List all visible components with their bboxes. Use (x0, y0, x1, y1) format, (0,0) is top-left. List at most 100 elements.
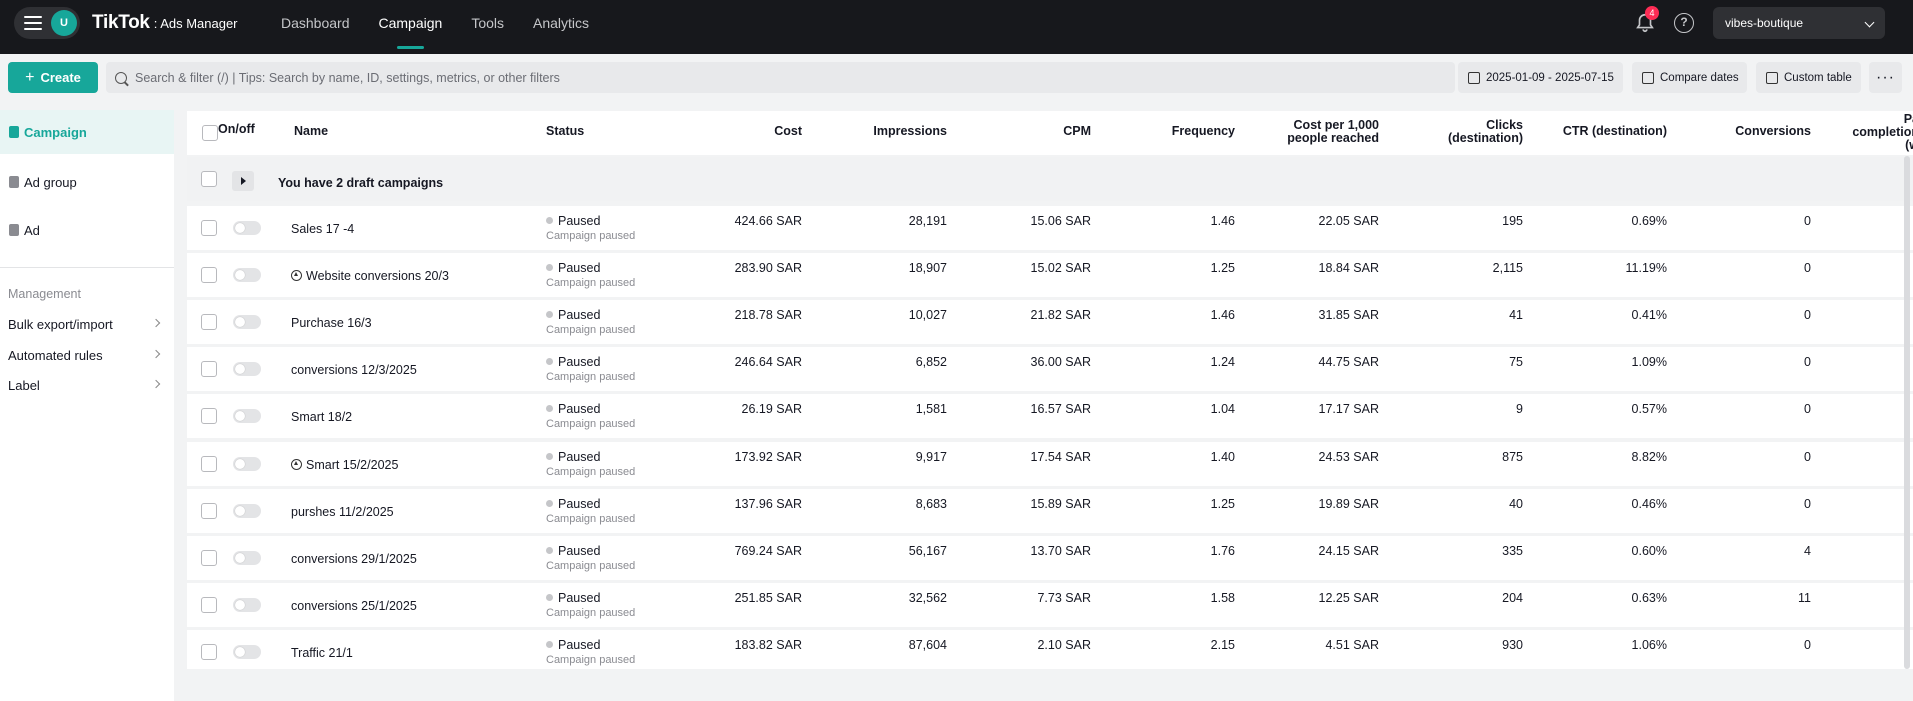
table-row[interactable]: Smart 18/2 Paused Campaign paused 26.19 SAR… (187, 394, 1913, 439)
cell-frequency: 1.46 (1210, 308, 1235, 323)
sidebar-item-campaign[interactable]: Campaign (0, 110, 174, 154)
custom-table-button[interactable]: Custom table (1756, 62, 1861, 93)
campaign-name-link[interactable]: Purchase 16/3 (291, 316, 372, 330)
row-checkbox[interactable] (201, 267, 217, 284)
table-row[interactable]: Sales 17 -4 Paused Campaign paused 424.66 S… (187, 206, 1913, 250)
table-row[interactable]: Purchase 16/3 Paused Campaign paused 218.78… (187, 300, 1913, 345)
cell-cost: 26.19 SAR (741, 402, 802, 417)
nav-analytics[interactable]: Analytics (533, 0, 589, 54)
campaign-name-link[interactable]: conversions 25/1/2025 (291, 599, 417, 613)
select-all-checkbox[interactable] (202, 125, 218, 141)
table-row[interactable]: Website conversions 20/3 Paused Campaign p… (187, 253, 1913, 298)
sidebar-link-automated-rules[interactable]: Automated rules (8, 348, 163, 363)
account-switcher[interactable]: vibes-boutique (1713, 7, 1885, 39)
cell-clicks: 875 (1502, 449, 1523, 464)
header-onoff[interactable]: On/off (218, 123, 255, 136)
search-input[interactable] (135, 70, 1435, 85)
nav-campaign[interactable]: Campaign (379, 0, 442, 54)
compare-dates-button[interactable]: Compare dates (1632, 62, 1747, 93)
table-row[interactable]: conversions 25/1/2025 Paused Campaign paus… (187, 582, 1913, 627)
header-cost-per-1000[interactable]: Cost per 1,000 people reached (1257, 119, 1379, 145)
campaign-name: Smart 18/2 (291, 410, 353, 425)
header-conversions[interactable]: Conversions (1697, 125, 1811, 138)
tiktok-logo[interactable]: TikTok : Ads Manager (92, 12, 238, 34)
row-checkbox[interactable] (201, 455, 217, 472)
campaign-toggle[interactable] (233, 362, 261, 377)
header-ctr[interactable]: CTR (destination) (1527, 125, 1667, 138)
cell-cost-per-1000: 12.25 SAR (1318, 590, 1379, 605)
hamburger-icon[interactable] (24, 16, 42, 30)
cell-cpm: 15.02 SAR (1030, 261, 1091, 276)
row-checkbox[interactable] (201, 314, 217, 331)
table-row[interactable]: conversions 12/3/2025 Paused Campaign paus… (187, 347, 1913, 392)
campaign-toggle[interactable] (233, 550, 261, 565)
campaign-name-link[interactable]: Smart 18/2 (291, 410, 352, 424)
campaign-name: conversions 12/3/2025 (291, 363, 417, 378)
campaign-toggle[interactable] (233, 503, 261, 518)
avatar[interactable]: U (51, 10, 77, 36)
nav-dashboard[interactable]: Dashboard (281, 0, 350, 54)
header-completion[interactable]: Pa completion (w (1849, 113, 1913, 152)
cell-cost-per-1000: 4.51 SAR (1325, 637, 1379, 652)
sidebar-link-bulk-export[interactable]: Bulk export/import (8, 317, 163, 332)
campaign-toggle[interactable] (233, 644, 261, 659)
draft-campaigns-row[interactable]: You have 2 draft campaigns (187, 157, 1913, 201)
header-cost[interactable]: Cost (727, 125, 802, 138)
campaign-name-link[interactable]: Sales 17 -4 (291, 222, 354, 236)
sidebar-link-label[interactable]: Label (8, 378, 163, 393)
search-bar[interactable] (106, 62, 1455, 93)
cell-conversions: 0 (1804, 355, 1811, 370)
header-cpm[interactable]: CPM (1007, 125, 1091, 138)
table-row[interactable]: Smart 15/2/2025 Paused Campaign paused 173.… (187, 441, 1913, 486)
row-checkbox[interactable] (201, 502, 217, 519)
help-icon[interactable]: ? (1674, 13, 1694, 33)
cell-cost: 183.82 SAR (734, 637, 802, 652)
row-checkbox[interactable] (201, 408, 217, 425)
campaign-toggle[interactable] (233, 268, 261, 283)
sidebar-item-ad[interactable]: Ad (0, 208, 174, 252)
cell-ctr: 1.09% (1631, 355, 1667, 370)
header-status[interactable]: Status (546, 125, 584, 138)
campaign-toggle[interactable] (233, 597, 261, 612)
row-checkbox[interactable] (201, 361, 217, 378)
menu-toggle[interactable]: U (14, 7, 80, 39)
campaign-name-link[interactable]: conversions 12/3/2025 (291, 363, 417, 377)
header-impressions[interactable]: Impressions (847, 125, 947, 138)
row-checkbox[interactable] (201, 596, 217, 613)
sidebar-link-label: Automated rules (8, 348, 103, 363)
header-name[interactable]: Name (294, 125, 328, 138)
cell-cost: 173.92 SAR (734, 449, 802, 464)
table-row[interactable]: conversions 29/1/2025 Paused Campaign paus… (187, 535, 1913, 580)
folder-icon (9, 126, 19, 138)
header-clicks[interactable]: Clicks (destination) (1423, 119, 1523, 145)
campaign-name: Sales 17 -4 (291, 222, 355, 236)
compare-icon (1642, 71, 1654, 84)
main-nav: Dashboard Campaign Tools Analytics (281, 0, 618, 54)
chevron-right-icon (151, 349, 161, 359)
create-button[interactable]: + Create (8, 62, 98, 93)
campaign-toggle[interactable] (233, 409, 261, 424)
expand-drafts-button[interactable] (232, 171, 254, 191)
row-checkbox[interactable] (201, 643, 217, 660)
nav-tools[interactable]: Tools (471, 0, 504, 54)
row-checkbox[interactable] (201, 171, 217, 187)
campaign-name-link[interactable]: Traffic 21/1 (291, 646, 353, 660)
campaign-name-link[interactable]: conversions 29/1/2025 (291, 552, 417, 566)
row-checkbox[interactable] (201, 549, 217, 566)
campaign-name-link[interactable]: Smart 15/2/2025 (291, 458, 398, 472)
more-options-button[interactable]: ··· (1869, 62, 1902, 93)
campaign-toggle[interactable] (233, 456, 261, 471)
campaign-name-link[interactable]: Website conversions 20/3 (291, 269, 449, 283)
table-row[interactable]: purshes 11/2/2025 Paused Campaign paused 13… (187, 488, 1913, 533)
vertical-scrollbar[interactable] (1904, 156, 1910, 669)
campaign-toggle[interactable] (233, 221, 261, 235)
cell-conversions: 11 (1798, 590, 1811, 605)
table-row[interactable]: Traffic 21/1 Paused Campaign paused 183.82 … (187, 629, 1913, 669)
header-frequency[interactable]: Frequency (1135, 125, 1235, 138)
date-range-picker[interactable]: 2025-01-09 - 2025-07-15 (1458, 62, 1623, 93)
row-checkbox[interactable] (201, 220, 217, 236)
plus-icon: + (25, 68, 35, 86)
campaign-toggle[interactable] (233, 315, 261, 330)
campaign-name-link[interactable]: purshes 11/2/2025 (291, 505, 394, 519)
sidebar-item-ad-group[interactable]: Ad group (0, 160, 174, 204)
